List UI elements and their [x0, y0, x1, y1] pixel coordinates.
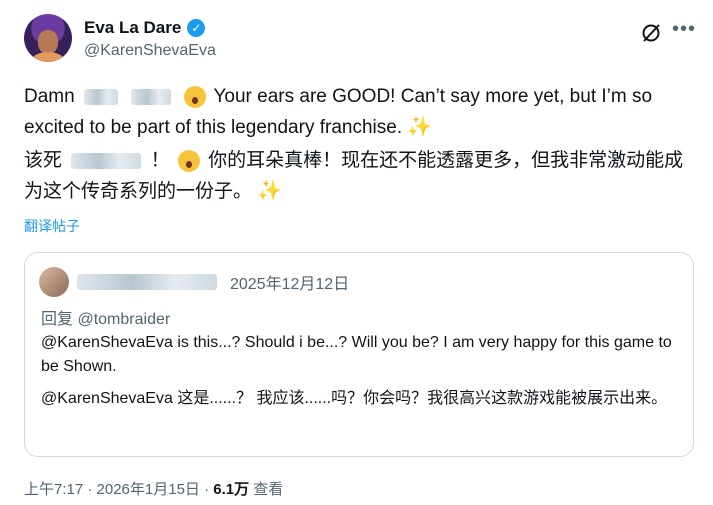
- quoted-date: 2025年12月12日: [230, 276, 350, 293]
- redacted-name: [83, 88, 118, 105]
- reply-mention-link[interactable]: @tombraider: [77, 311, 170, 328]
- tweet-zh-prefix: 该死: [24, 150, 63, 171]
- translate-post-link[interactable]: 翻译帖子: [24, 216, 80, 236]
- reply-to-line: 回复 @tombraider: [41, 305, 170, 329]
- views-count: 6.1万: [213, 481, 250, 498]
- tweet-text-chinese: 该死 ！ 你的耳朵真棒！现在还不能透露更多，但我非常激动能成为这个传奇系列的一份…: [24, 146, 684, 207]
- sparkles-emoji-icon: ✨: [257, 180, 283, 202]
- quoted-tweet[interactable]: 2025年12月12日 回复 @tombraider @KarenShevaEv…: [24, 252, 694, 457]
- verified-badge-icon: ✓: [187, 19, 206, 37]
- tweet-en-text: Your ears are GOOD! Can’t say more yet, …: [24, 86, 653, 138]
- author-handle[interactable]: @KarenShevaEva: [84, 42, 216, 60]
- tweet-text-english: Damn Your ears are GOOD! Can’t say more …: [24, 82, 684, 143]
- post-timestamp[interactable]: 上午7:17 · 2026年1月15日 ·: [24, 481, 213, 498]
- author-name[interactable]: Eva La Dare: [84, 18, 181, 38]
- redacted-name: [71, 152, 142, 169]
- avatar-face: [38, 30, 58, 54]
- reply-label: 回复: [41, 311, 74, 328]
- post-metadata: 上午7:17 · 2026年1月15日 · 6.1万 查看: [24, 478, 283, 499]
- avatar-shoulder: [32, 52, 64, 62]
- quoted-name-redacted: [77, 273, 241, 291]
- more-icon[interactable]: •••: [672, 18, 696, 41]
- author-name-row: Eva La Dare ✓: [84, 18, 206, 38]
- redacted-name: [131, 88, 172, 105]
- redacted-name: [77, 273, 217, 290]
- astonished-emoji-icon: [183, 85, 206, 108]
- quoted-text-chinese: @KarenShevaEva 这是......？ 我应该......吗？你会吗？…: [41, 390, 668, 407]
- grok-icon[interactable]: [640, 22, 662, 44]
- views-label: 查看: [249, 481, 284, 498]
- quoted-text-english: @KarenShevaEva is this...? Should i be..…: [41, 334, 672, 375]
- quoted-avatar: [39, 267, 69, 297]
- astonished-emoji-icon: [177, 149, 200, 172]
- tweet-zh-bang: ！: [150, 150, 170, 171]
- tweet-en-prefix: Damn: [24, 86, 75, 107]
- author-avatar[interactable]: [24, 14, 72, 62]
- sparkles-emoji-icon: ✨: [407, 116, 433, 138]
